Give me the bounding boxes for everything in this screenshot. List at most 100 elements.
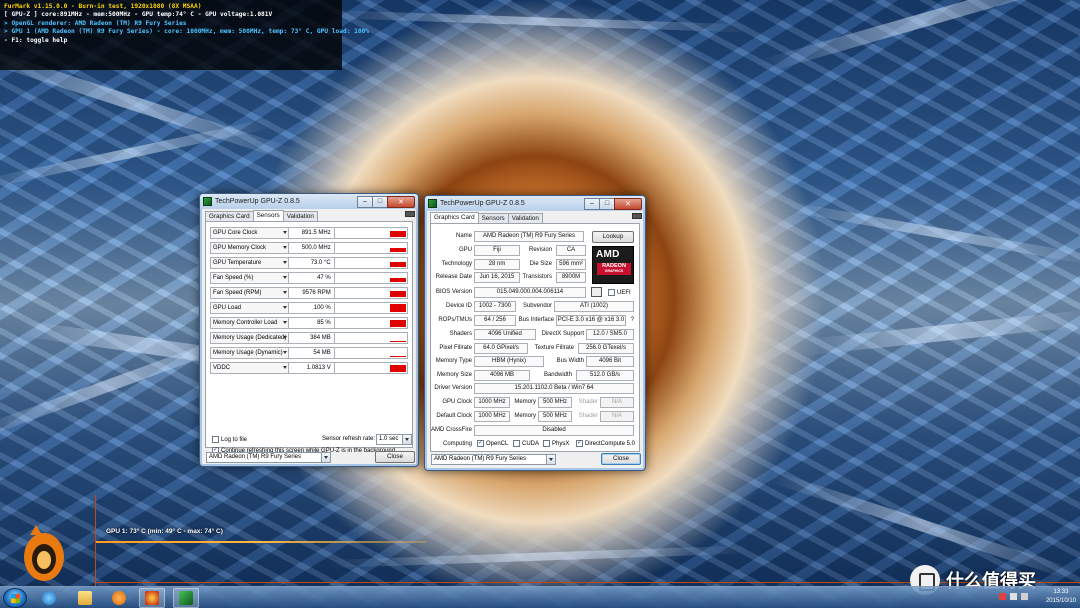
maximize-button[interactable]: □: [599, 197, 615, 210]
crossfire-label: AMD CrossFire: [430, 427, 472, 433]
sensor-graph: [334, 287, 408, 299]
directcompute-label: DirectCompute 5.0: [585, 440, 636, 447]
device-select[interactable]: AMD Radeon (TM) R9 Fury Series: [206, 452, 331, 463]
memory-size-field[interactable]: 4096 MB: [474, 370, 530, 381]
bus-interface-help-icon[interactable]: ?: [628, 317, 634, 323]
system-clock[interactable]: 13:33 2015/10/10: [1046, 588, 1076, 606]
rops-tmus-field[interactable]: 64 / 256: [474, 315, 516, 326]
revision-field[interactable]: CA: [556, 245, 586, 256]
close-window-button[interactable]: ✕: [387, 195, 415, 208]
tab-graphics-card[interactable]: Graphics Card: [430, 212, 479, 223]
shaders-field[interactable]: 4096 Unified: [474, 329, 536, 340]
chevron-down-icon: [283, 261, 288, 264]
physx-option: PhysX: [543, 440, 569, 447]
gpu-clock-shader-field[interactable]: N/A: [600, 397, 634, 408]
directx-field[interactable]: 12.0 / SM5.0: [586, 329, 634, 340]
transistors-field[interactable]: 8900M: [556, 272, 586, 283]
refresh-rate-label: Sensor refresh rate:: [322, 436, 376, 442]
taskbar-gpuz[interactable]: [173, 588, 199, 608]
furmark-help-line: - F1: toggle help: [4, 36, 68, 44]
sensor-name-dropdown[interactable]: Memory Usage (Dynamic): [210, 347, 290, 359]
window-titlebar[interactable]: TechPowerUp GPU-Z 0.8.5 – □ ✕: [200, 194, 418, 209]
gpu-clock-field[interactable]: 1000 MHz: [474, 397, 510, 408]
taskbar-media-player[interactable]: [106, 588, 132, 608]
sensor-name-dropdown[interactable]: VDDC: [210, 362, 290, 374]
sensor-name-dropdown[interactable]: Memory Usage (Dedicated): [210, 332, 290, 344]
sensor-graph: [334, 317, 408, 329]
chevron-down-icon: [283, 246, 288, 249]
tab-sensors[interactable]: Sensors: [477, 213, 509, 223]
sensor-name-dropdown[interactable]: Fan Speed (RPM): [210, 287, 290, 299]
pixel-fillrate-field[interactable]: 64.0 GPixel/s: [474, 343, 528, 354]
sensor-value: 85 %: [289, 317, 335, 329]
log-to-file-checkbox[interactable]: [212, 436, 219, 443]
gpu-field[interactable]: Fiji: [474, 245, 520, 256]
sensor-row: VDDC 1.0813 V: [210, 362, 408, 374]
sensor-name-dropdown[interactable]: Memory Controller Load: [210, 317, 290, 329]
subvendor-label: Subvendor: [522, 303, 552, 309]
taskbar-file-explorer[interactable]: [72, 588, 98, 608]
network-icon[interactable]: [1010, 593, 1017, 600]
window-titlebar[interactable]: TechPowerUp GPU-Z 0.8.5 – □ ✕: [425, 196, 645, 211]
gpuz-app-icon: [428, 199, 437, 208]
name-field[interactable]: AMD Radeon (TM) R9 Fury Series: [474, 231, 584, 242]
sensor-name-dropdown[interactable]: Fan Speed (%): [210, 272, 290, 284]
bios-version-field[interactable]: 015.049.000.004.006114: [474, 287, 586, 298]
memory-type-field[interactable]: HBM (Hynix): [474, 356, 544, 367]
gpuz-sensors-window[interactable]: TechPowerUp GPU-Z 0.8.5 – □ ✕ Graphics C…: [199, 193, 419, 467]
internet-explorer-icon: [42, 591, 56, 605]
furmark-icon: [145, 591, 159, 605]
tab-validation[interactable]: Validation: [507, 213, 543, 223]
sensor-name-dropdown[interactable]: GPU Memory Clock: [210, 242, 290, 254]
device-select[interactable]: AMD Radeon (TM) R9 Fury Series: [431, 454, 556, 465]
minimize-button[interactable]: –: [357, 195, 373, 208]
device-select-value: AMD Radeon (TM) R9 Fury Series: [209, 454, 302, 460]
texture-fillrate-field[interactable]: 256.0 GTexel/s: [578, 343, 634, 354]
driver-version-label: Driver Version: [434, 385, 472, 391]
tab-sensors[interactable]: Sensors: [252, 210, 284, 221]
start-button[interactable]: [3, 588, 27, 608]
sensor-row: Fan Speed (%) 47 %: [210, 272, 408, 284]
default-clock-memory-field[interactable]: 500 MHz: [538, 411, 572, 422]
maximize-button[interactable]: □: [372, 195, 388, 208]
minimize-button[interactable]: –: [584, 197, 600, 210]
refresh-rate-value: 1.0 sec: [379, 436, 399, 442]
taskbar-internet-explorer[interactable]: [36, 588, 62, 608]
volume-icon[interactable]: [1021, 593, 1028, 600]
bus-width-field[interactable]: 4096 Bit: [586, 356, 634, 367]
screenshot-icon[interactable]: [405, 211, 415, 217]
uefi-checkbox[interactable]: [608, 289, 615, 296]
gpu-clock-memory-field[interactable]: 500 MHz: [538, 397, 572, 408]
refresh-rate-select[interactable]: 1.0 sec: [376, 434, 412, 445]
close-window-button[interactable]: ✕: [614, 197, 642, 210]
diesize-field[interactable]: 596 mm²: [556, 259, 586, 270]
tab-graphics-card[interactable]: Graphics Card: [205, 211, 254, 221]
subvendor-field[interactable]: ATI (1002): [554, 301, 634, 312]
lookup-button[interactable]: Lookup: [592, 231, 634, 243]
share-bios-icon[interactable]: [591, 287, 602, 297]
technology-field[interactable]: 28 nm: [474, 259, 520, 270]
close-button[interactable]: Close: [375, 451, 415, 463]
uefi-option[interactable]: UEFI: [608, 289, 631, 296]
sensor-name-dropdown[interactable]: GPU Load: [210, 302, 290, 314]
default-clock-field[interactable]: 1000 MHz: [474, 411, 510, 422]
screenshot-icon[interactable]: [632, 213, 642, 219]
driver-version-field[interactable]: 15.201.1102.0 Beta / Win7 64: [474, 383, 634, 394]
default-clock-shader-field[interactable]: N/A: [600, 411, 634, 422]
chevron-down-icon: [283, 351, 288, 354]
taskbar-furmark[interactable]: [139, 588, 165, 608]
close-button[interactable]: Close: [601, 453, 641, 465]
sensor-name-dropdown[interactable]: GPU Core Clock: [210, 227, 290, 239]
sensor-name-dropdown[interactable]: GPU Temperature: [210, 257, 290, 269]
log-to-file-option[interactable]: Log to file: [212, 436, 247, 443]
bus-interface-field[interactable]: PCI-E 3.0 x16 @ x16 3.0: [556, 315, 626, 326]
bandwidth-field[interactable]: 512.0 GB/s: [576, 370, 634, 381]
flag-icon[interactable]: [999, 593, 1006, 600]
default-clock-memory-label: Memory: [514, 413, 536, 419]
device-id-field[interactable]: 1002 - 7300: [474, 301, 516, 312]
release-date-field[interactable]: Jun 16, 2015: [474, 272, 520, 283]
chevron-down-icon: [283, 321, 288, 324]
crossfire-field[interactable]: Disabled: [474, 425, 634, 436]
tab-validation[interactable]: Validation: [282, 211, 318, 221]
sensor-value: 100 %: [289, 302, 335, 314]
